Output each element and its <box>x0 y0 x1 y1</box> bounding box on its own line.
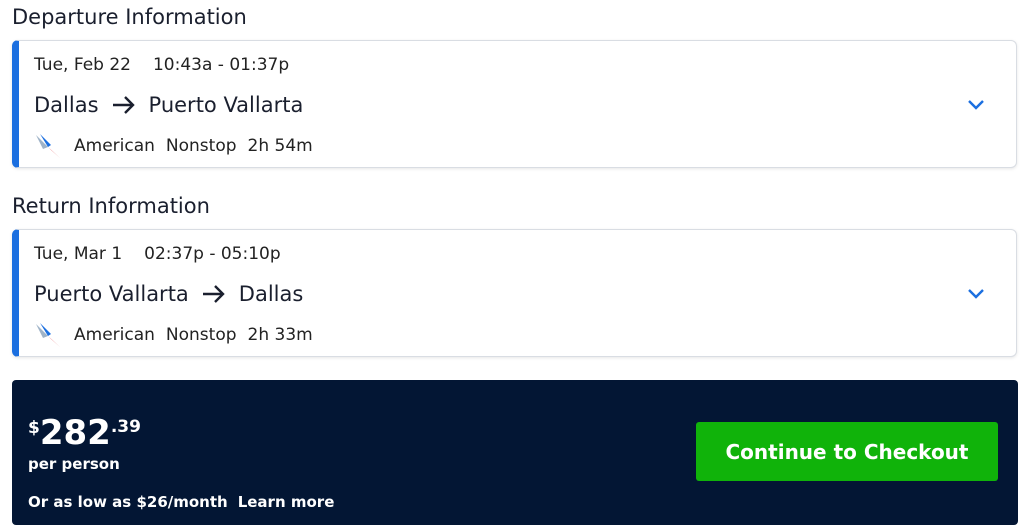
american-airlines-logo <box>36 323 60 347</box>
departure-section-title: Departure Information <box>12 5 247 29</box>
continue-to-checkout-button[interactable]: Continue to Checkout <box>696 422 998 481</box>
return-duration: 2h 33m <box>247 325 313 345</box>
chevron-down-icon[interactable] <box>966 97 986 111</box>
return-datetime: Tue, Mar 1 02:37p - 05:10p <box>34 244 281 264</box>
price-dollars: 282 <box>39 413 111 453</box>
american-airlines-logo <box>36 134 60 158</box>
return-section-title: Return Information <box>12 194 210 218</box>
flight-summary-page: Departure Information Tue, Feb 22 10:43a … <box>0 0 1024 528</box>
return-flight-card[interactable]: Tue, Mar 1 02:37p - 05:10p Puerto Vallart… <box>12 229 1017 357</box>
departure-destination: Puerto Vallarta <box>148 93 304 117</box>
return-stops: Nonstop <box>165 325 237 345</box>
departure-stops: Nonstop <box>165 136 237 156</box>
chevron-down-icon[interactable] <box>966 286 986 300</box>
return-airline: American <box>74 325 155 345</box>
departure-route: Dallas Puerto Vallarta <box>34 93 303 117</box>
departure-duration: 2h 54m <box>247 136 313 156</box>
departure-datetime: Tue, Feb 22 10:43a - 01:37p <box>34 55 289 75</box>
price-cents: .39 <box>110 417 141 437</box>
financing-text: Or as low as $26/month <box>28 493 228 511</box>
return-destination: Dallas <box>238 282 304 306</box>
departure-time: 10:43a - 01:37p <box>152 55 290 75</box>
arrow-right-icon <box>202 285 225 303</box>
total-price: $282.39 <box>28 416 141 450</box>
return-flight-meta: American Nonstop 2h 33m <box>34 322 313 348</box>
departure-airline: American <box>74 136 155 156</box>
departure-origin: Dallas <box>34 93 99 117</box>
financing-info: Or as low as $26/month Learn more <box>28 493 334 511</box>
departure-flight-meta: American Nonstop 2h 54m <box>34 133 313 159</box>
departure-flight-card[interactable]: Tue, Feb 22 10:43a - 01:37p Dallas Puerto… <box>12 40 1017 168</box>
departure-date: Tue, Feb 22 <box>34 55 131 75</box>
arrow-right-icon <box>112 96 135 114</box>
learn-more-link[interactable]: Learn more <box>238 493 335 511</box>
return-date: Tue, Mar 1 <box>34 244 123 264</box>
return-route: Puerto Vallarta Dallas <box>34 282 303 306</box>
price-per-person-label: per person <box>28 455 120 473</box>
return-time: 02:37p - 05:10p <box>144 244 281 264</box>
return-origin: Puerto Vallarta <box>34 282 189 306</box>
price-currency: $ <box>28 418 40 438</box>
price-summary-panel: $282.39 per person Or as low as $26/mont… <box>12 380 1018 525</box>
